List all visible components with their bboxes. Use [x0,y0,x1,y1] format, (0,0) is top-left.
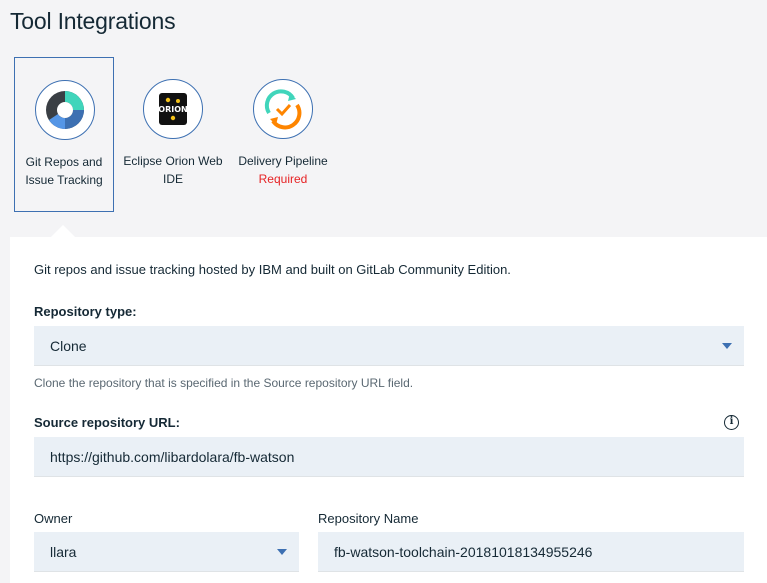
repository-type-helper: Clone the repository that is specified i… [34,376,414,390]
svg-text:ORION: ORION [158,105,187,114]
required-badge: Required [258,172,308,186]
tool-config-panel: Git repos and issue tracking hosted by I… [10,237,767,583]
tool-integrations-page: Tool Integrations Git Repos and Issue Tr… [0,0,767,583]
owner-value: llara [50,544,77,560]
delivery-pipeline-icon [253,79,313,139]
repository-type-value: Clone [50,338,87,354]
repository-type-label: Repository type: [34,304,137,319]
repository-name-label: Repository Name [318,511,419,526]
owner-select[interactable]: llara [34,532,299,572]
tile-eclipse-orion-label: Eclipse Orion Web IDE [123,154,223,186]
tile-delivery-pipeline[interactable]: Delivery Pipeline Required [233,57,333,212]
page-title: Tool Integrations [10,8,176,34]
repository-type-select[interactable]: Clone [34,326,744,366]
tile-eclipse-orion[interactable]: ORION Eclipse Orion Web IDE [123,57,223,212]
owner-label: Owner [34,511,73,526]
source-url-label: Source repository URL: [34,415,180,430]
orion-icon: ORION [143,79,203,139]
source-url-input[interactable]: https://github.com/libardolara/fb-watson [34,437,744,477]
tile-delivery-pipeline-label: Delivery Pipeline Required [233,152,333,188]
git-repos-icon [35,80,95,140]
info-icon[interactable]: i [724,415,739,430]
repository-name-value: fb-watson-toolchain-20181018134955246 [334,544,593,560]
tile-git-repos-label: Git Repos and Issue Tracking [25,155,103,187]
chevron-down-icon [722,343,732,349]
source-url-value: https://github.com/libardolara/fb-watson [50,449,295,465]
tool-description: Git repos and issue tracking hosted by I… [34,262,511,277]
tile-git-repos[interactable]: Git Repos and Issue Tracking [14,57,114,212]
tool-tiles: Git Repos and Issue Tracking ORION Eclip… [14,57,767,213]
repository-name-input[interactable]: fb-watson-toolchain-20181018134955246 [318,532,744,572]
chevron-down-icon [277,549,287,555]
